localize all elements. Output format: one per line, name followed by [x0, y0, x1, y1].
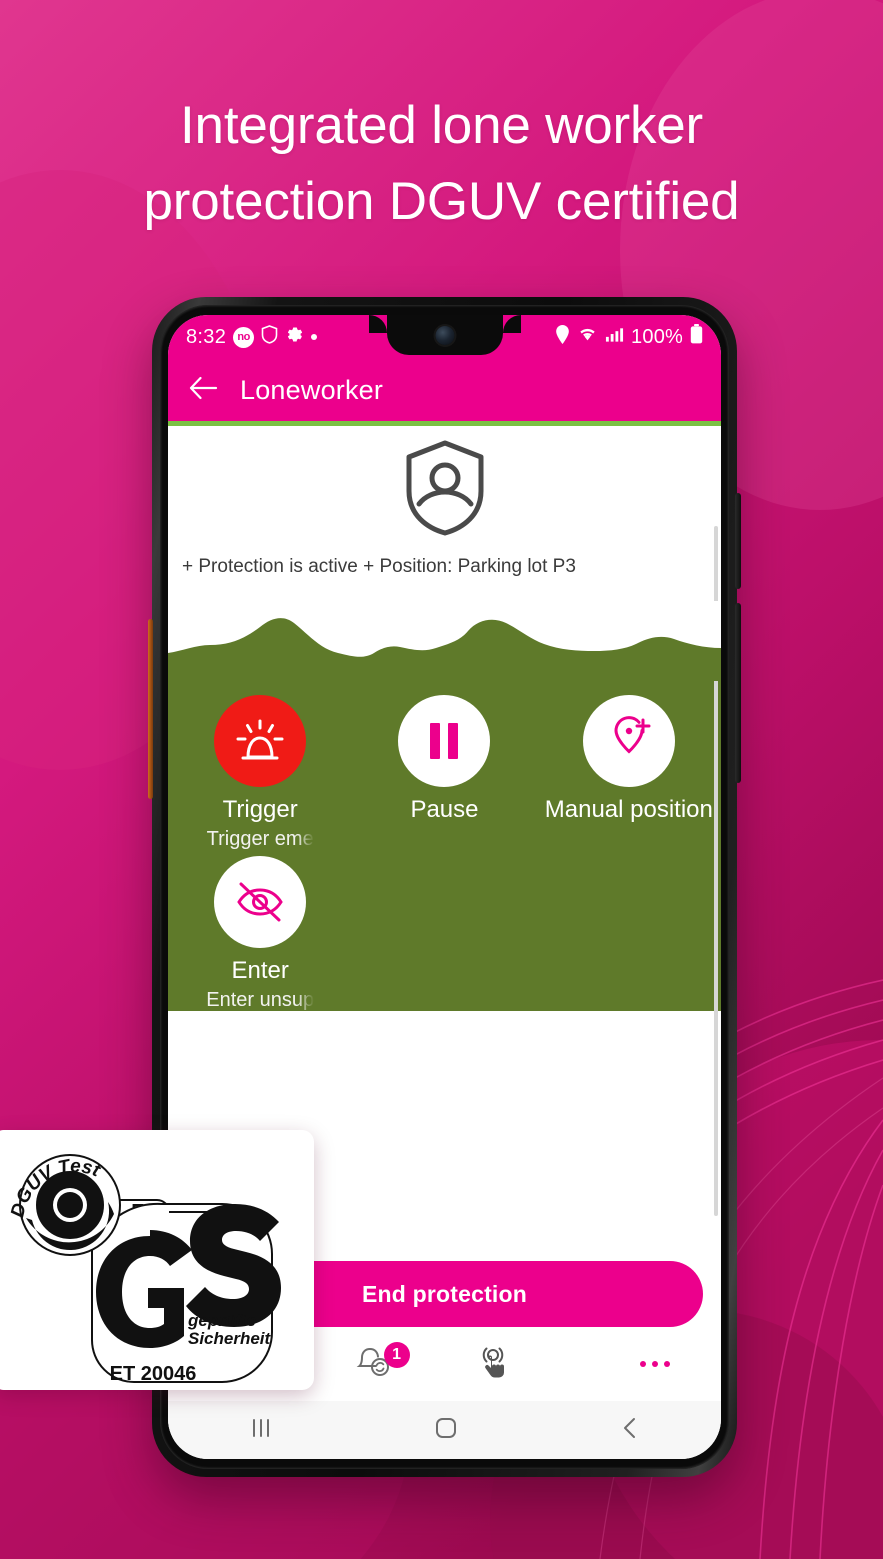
dot-icon	[311, 334, 318, 340]
app-bar-title: Loneworker	[240, 374, 384, 405]
shield-icon	[261, 324, 278, 350]
action-grid: Trigger Trigger eme Pause Manual positio…	[168, 695, 721, 1011]
battery-percent: 100%	[631, 325, 683, 348]
hill-divider	[168, 601, 721, 681]
action-pause-label: Pause	[410, 796, 479, 823]
page-title: Integrated lone worker protection DGUV c…	[0, 88, 883, 241]
emergency-side-button[interactable]	[148, 619, 153, 799]
home-icon[interactable]	[434, 1416, 458, 1445]
cellular-signal-icon	[605, 326, 624, 349]
actions-panel: Trigger Trigger eme Pause Manual positio…	[168, 681, 721, 1011]
tap-hand-icon[interactable]	[477, 1344, 511, 1385]
eye-off-icon[interactable]	[214, 855, 307, 948]
nav-overflow[interactable]	[615, 1361, 695, 1367]
status-bar: 8:32 no 100%	[168, 315, 721, 359]
android-navigation-bar	[168, 1401, 721, 1459]
status-bar-left: 8:32 no	[186, 324, 318, 350]
status-bar-right: 100%	[555, 324, 703, 350]
volume-button[interactable]	[735, 603, 741, 783]
nav-alert-sync-badge: 1	[383, 1341, 410, 1368]
dguv-gs-certification-badge: ET geprüfte Sicherheit DGUV Test ET 2004…	[0, 1130, 314, 1390]
screen-content: + Protection is active + Position: Parki…	[168, 426, 721, 1247]
nav-alert-sync[interactable]: 1	[314, 1341, 434, 1385]
wifi-icon	[577, 326, 598, 349]
back-arrow-icon[interactable]	[188, 375, 218, 406]
protection-header: + Protection is active + Position: Parki…	[168, 426, 721, 1216]
action-enter-label: Enter	[231, 956, 289, 984]
pause-icon[interactable]	[398, 695, 491, 787]
alarm-siren-icon[interactable]	[214, 695, 307, 787]
dguv-subtitle-line-2: Sicherheit	[188, 1329, 272, 1348]
protection-status-text: + Protection is active + Position: Parki…	[182, 556, 576, 577]
pin-plus-icon[interactable]	[582, 695, 675, 787]
action-enter-sublabel: Enter unsup	[206, 988, 315, 1011]
headline-line-2: protection DGUV certified	[143, 172, 740, 232]
gear-icon	[285, 325, 304, 350]
app-bar: Loneworker	[168, 359, 721, 421]
power-button[interactable]	[735, 493, 741, 589]
front-camera-icon	[435, 326, 454, 345]
action-trigger-label: Trigger	[222, 796, 298, 823]
shield-person-icon	[168, 426, 721, 538]
status-time: 8:32	[186, 325, 227, 348]
action-pause[interactable]: Pause	[352, 695, 536, 850]
dguv-subtitle-line-1: geprüfte	[187, 1311, 256, 1330]
notification-silent-icon: no	[233, 326, 255, 348]
action-trigger[interactable]: Trigger Trigger eme	[168, 695, 352, 850]
overflow-dots-icon[interactable]	[640, 1361, 670, 1367]
nav-tap-action[interactable]	[434, 1344, 554, 1385]
action-enter[interactable]: Enter Enter unsup	[168, 855, 352, 1011]
battery-icon	[690, 324, 703, 350]
location-pin-icon	[555, 324, 570, 350]
action-manual-position[interactable]: Manual position	[537, 695, 721, 850]
recents-icon[interactable]	[248, 1417, 274, 1444]
action-manual-position-label: Manual position	[544, 796, 713, 823]
action-trigger-sublabel: Trigger eme	[206, 827, 314, 850]
camera-notch	[368, 315, 521, 355]
dguv-certificate-number: ET 20046	[110, 1363, 197, 1385]
back-icon[interactable]	[619, 1416, 641, 1445]
headline-line-1: Integrated lone worker	[180, 96, 703, 155]
